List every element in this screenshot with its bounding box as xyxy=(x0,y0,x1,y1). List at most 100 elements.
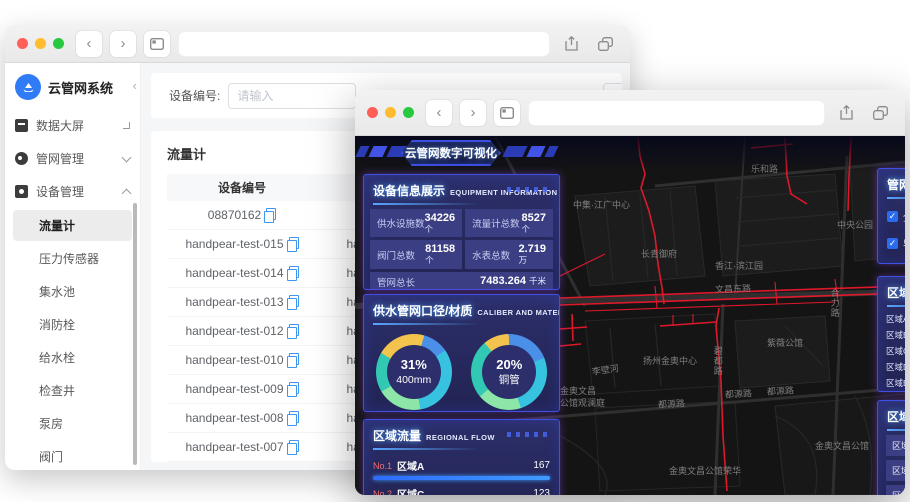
copy-icon[interactable] xyxy=(264,208,277,223)
sidebar-submenu-item[interactable]: 给水栓 xyxy=(13,342,132,373)
sidebar-scrollbar[interactable] xyxy=(133,203,137,465)
copy-icon[interactable] xyxy=(286,237,299,252)
copy-icon[interactable] xyxy=(286,411,299,426)
layer-checkbox-row[interactable]: ✓ 全选 xyxy=(878,203,905,230)
map-label: 扬州金奥中心 xyxy=(643,356,698,366)
map-label: 金奥文昌公馆荣华 xyxy=(669,466,742,476)
legend-label: 区域A xyxy=(886,314,905,324)
close-window-button[interactable] xyxy=(367,107,378,118)
address-bar[interactable] xyxy=(528,99,825,126)
sidebar-menu-item[interactable]: 数据大屏 xyxy=(5,109,140,142)
copy-icon[interactable] xyxy=(286,295,299,310)
sidebar-submenu-item[interactable]: 泵房 xyxy=(13,408,132,439)
sidebar-submenu-item[interactable]: 检查井 xyxy=(13,375,132,406)
device-no-cell: handpear-test-010 xyxy=(167,353,317,368)
axis-zero-label: 0 xyxy=(878,391,905,392)
minimize-window-button[interactable] xyxy=(385,107,396,118)
checkbox-checked-icon[interactable]: ✓ xyxy=(887,238,898,249)
flow-rank: No.2 xyxy=(373,488,393,496)
sidebar-menu-item[interactable]: 设备管理 xyxy=(5,175,140,208)
donut-percent: 31% xyxy=(400,357,427,373)
flow-rank-item: No.1 区域A 167 xyxy=(364,454,559,480)
tabs-button[interactable] xyxy=(592,31,618,57)
legend-item[interactable]: 区域B xyxy=(878,327,905,343)
donut-center: 20% 铜管 xyxy=(482,345,537,399)
share-button[interactable] xyxy=(833,100,859,126)
tabs-icon xyxy=(597,36,613,51)
legend-item[interactable]: 区域D xyxy=(878,359,905,375)
close-window-button[interactable] xyxy=(17,38,28,49)
copy-icon[interactable] xyxy=(286,440,299,455)
traffic-lights xyxy=(367,107,414,118)
legend-item[interactable]: 区域A xyxy=(878,311,905,327)
panel-underline xyxy=(373,323,481,325)
sidebar-submenu-item[interactable]: 流量计 xyxy=(13,210,132,241)
browser-window-dashboard: ‹ › 中集·江广中心 中央公园 香江·滨江园 长青御府 文昌东路 合力路 扬州… xyxy=(355,90,905,495)
sidebar-menu-item[interactable]: 管网管理 xyxy=(5,142,140,175)
sidebar-submenu-item[interactable]: 压力传感器 xyxy=(13,243,132,274)
sidebar-submenu-item[interactable]: 消防栓 xyxy=(13,309,132,340)
legend-item[interactable]: 区域E xyxy=(878,375,905,391)
sidebar-collapse-icon[interactable]: ‹ xyxy=(133,78,137,93)
stat-cell: 水表总数 2.719 万 xyxy=(465,240,553,269)
chevron-right-icon: › xyxy=(120,35,126,52)
donut-chart: 20% 铜管 xyxy=(471,334,548,410)
address-bar[interactable] xyxy=(178,30,550,57)
flow-bar xyxy=(373,476,550,480)
device-no-cell: handpear-test-007 xyxy=(167,440,317,455)
menu-item-label: 管网管理 xyxy=(36,152,85,166)
zoom-window-button[interactable] xyxy=(403,107,414,118)
stat-unit: 个 xyxy=(521,223,531,234)
panel-subtitle: REGIONAL FLOW xyxy=(426,433,495,442)
sidebar: 云管网系统 ‹ 数据大屏 管网管理 设备管理 流量计 压力传感器 集水池 消防栓… xyxy=(5,63,141,470)
checkbox-checked-icon[interactable]: ✓ xyxy=(887,211,898,222)
forward-button[interactable]: › xyxy=(460,99,486,126)
checkbox-label: 导入 xyxy=(903,236,905,251)
map-label: 合力路 xyxy=(829,288,840,318)
panel-underline xyxy=(887,305,905,307)
panel-header: 设备信息展示 EQUIPMENT INFORMATION xyxy=(364,175,559,201)
share-button[interactable] xyxy=(558,31,584,57)
copy-icon[interactable] xyxy=(286,324,299,339)
flow-bar-track xyxy=(373,476,550,480)
flow-rank-item: No.2 区域C 123 xyxy=(364,482,559,495)
legend-label: 区域E xyxy=(886,378,905,388)
layer-checkbox-row[interactable]: ✓ 导入 xyxy=(878,230,905,257)
forward-button[interactable]: › xyxy=(110,30,136,57)
sidebar-toggle-button[interactable] xyxy=(494,99,520,126)
app-title: 云管网系统 xyxy=(48,80,114,96)
layer-checkbox-list: ✓ 全选 ✓ 导入 xyxy=(878,203,905,257)
map-label: 文昌东路 xyxy=(714,283,752,295)
panel-underline xyxy=(373,203,481,205)
sidebar-submenu-item[interactable]: 集水池 xyxy=(13,276,132,307)
copy-icon[interactable] xyxy=(286,382,299,397)
copy-icon[interactable] xyxy=(286,353,299,368)
back-button[interactable]: ‹ xyxy=(76,30,102,57)
checkbox-label: 全选 xyxy=(903,209,905,224)
sidebar-toggle-button[interactable] xyxy=(144,30,170,57)
stat-label: 管网总长 xyxy=(377,277,416,289)
sidebar-submenu-item[interactable]: 阀门 xyxy=(13,441,132,470)
menu-item-label: 数据大屏 xyxy=(36,119,85,133)
stat-label: 水表总数 xyxy=(472,250,511,262)
panel-subtitle: CALIBER AND MATERIAL xyxy=(477,308,559,317)
copy-icon[interactable] xyxy=(286,266,299,281)
zoom-window-button[interactable] xyxy=(53,38,64,49)
map-label: 紫薇公馆 xyxy=(767,338,804,348)
sidebar-toggle-icon xyxy=(500,106,514,119)
map-label: 都源路 xyxy=(657,398,686,410)
stat-unit: 千米 xyxy=(528,276,546,287)
caliber-material-panel: 供水管网口径/材质 CALIBER AND MATERIAL 31% 400mm… xyxy=(363,294,560,412)
stat-unit: 个 xyxy=(425,255,434,266)
stat-label: 供水设施数 xyxy=(377,219,425,231)
device-no-cell: 08870162 xyxy=(167,208,317,223)
map-label: 长青御府 xyxy=(641,249,678,259)
back-button[interactable]: ‹ xyxy=(426,99,452,126)
region-flow-panel-right: 区域流量 区域B区域C区域D区域E xyxy=(877,400,905,495)
tabs-button[interactable] xyxy=(867,100,893,126)
legend-item[interactable]: 区域C xyxy=(878,343,905,359)
donut-chart: 31% 400mm xyxy=(375,334,452,410)
minimize-window-button[interactable] xyxy=(35,38,46,49)
device-no-input[interactable] xyxy=(228,82,357,109)
stat-unit: 万 xyxy=(518,255,527,266)
